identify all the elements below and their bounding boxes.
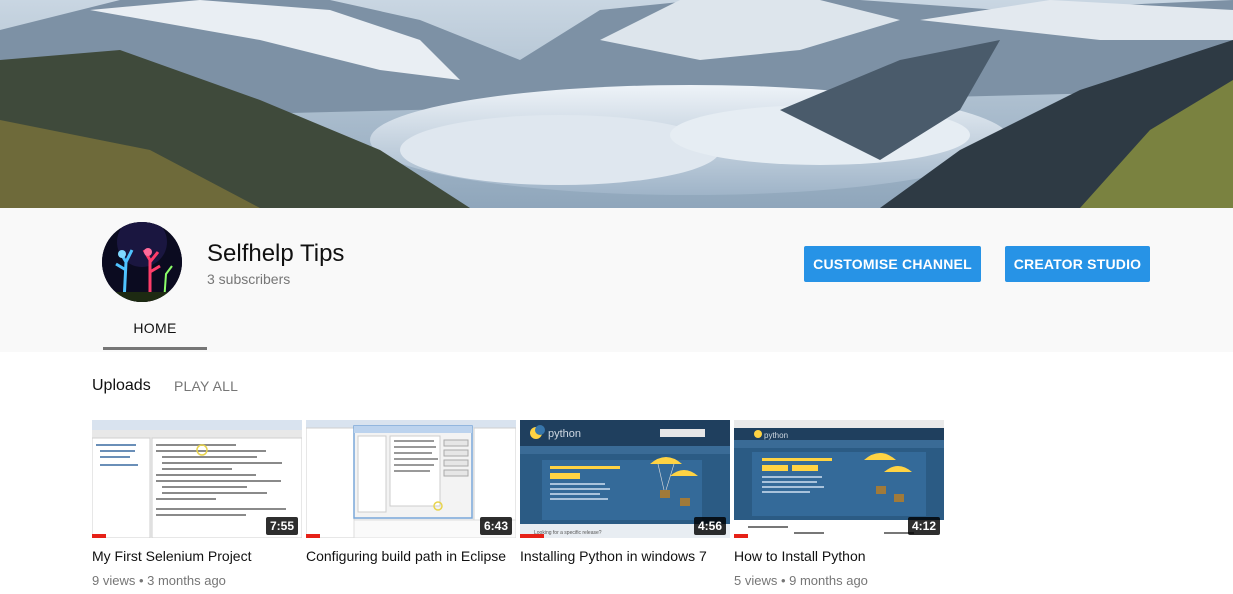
video-duration: 7:55 [265, 517, 298, 535]
customise-channel-button[interactable]: CUSTOMISE CHANNEL [804, 246, 981, 282]
video-title[interactable]: Installing Python in windows 7 [520, 548, 720, 564]
video-meta: 9 views • 3 months ago [92, 573, 226, 588]
video-meta: 5 views • 9 months ago [734, 573, 868, 588]
play-all-button[interactable]: PLAY ALL [174, 378, 238, 394]
channel-title[interactable]: Selfhelp Tips [207, 240, 344, 268]
section-title-uploads[interactable]: Uploads [92, 377, 151, 395]
channel-banner [0, 0, 1233, 208]
watch-progress-bar [306, 534, 320, 538]
watch-progress-bar [520, 534, 544, 538]
video-item[interactable]: python Looking for a specific release? 4… [520, 420, 730, 573]
avatar-image [102, 222, 182, 302]
svg-text:Looking for a specific release: Looking for a specific release? [534, 530, 602, 536]
active-tab-indicator [103, 347, 207, 350]
watch-progress-bar [92, 534, 106, 538]
video-duration: 4:56 [693, 517, 726, 535]
video-item[interactable]: 6:43 Configuring build path in Eclipse [306, 420, 516, 573]
svg-text:python: python [548, 428, 581, 440]
mountain-banner-image [0, 0, 1233, 208]
channel-header: Selfhelp Tips 3 subscribers CUSTOMISE CH… [0, 208, 1233, 352]
video-thumbnail[interactable]: python 4:12 [734, 420, 944, 538]
video-thumbnail[interactable]: 6:43 [306, 420, 516, 538]
video-title[interactable]: Configuring build path in Eclipse [306, 548, 506, 564]
video-duration: 6:43 [479, 517, 512, 535]
creator-studio-button[interactable]: CREATOR STUDIO [1005, 246, 1150, 282]
svg-text:python: python [764, 431, 788, 440]
video-item[interactable]: python 4:12 How to Install Python 5 view… [734, 420, 944, 588]
video-duration: 4:12 [907, 517, 940, 535]
watch-progress-bar [734, 534, 748, 538]
subscriber-count: 3 subscribers [207, 271, 291, 287]
tab-home[interactable]: HOME [103, 311, 207, 352]
video-title[interactable]: My First Selenium Project [92, 548, 292, 564]
video-thumbnail[interactable]: 7:55 [92, 420, 302, 538]
channel-avatar[interactable] [102, 222, 182, 302]
video-thumbnail[interactable]: python Looking for a specific release? 4… [520, 420, 730, 538]
video-item[interactable]: 7:55 My First Selenium Project 9 views •… [92, 420, 302, 588]
video-title[interactable]: How to Install Python [734, 548, 934, 564]
